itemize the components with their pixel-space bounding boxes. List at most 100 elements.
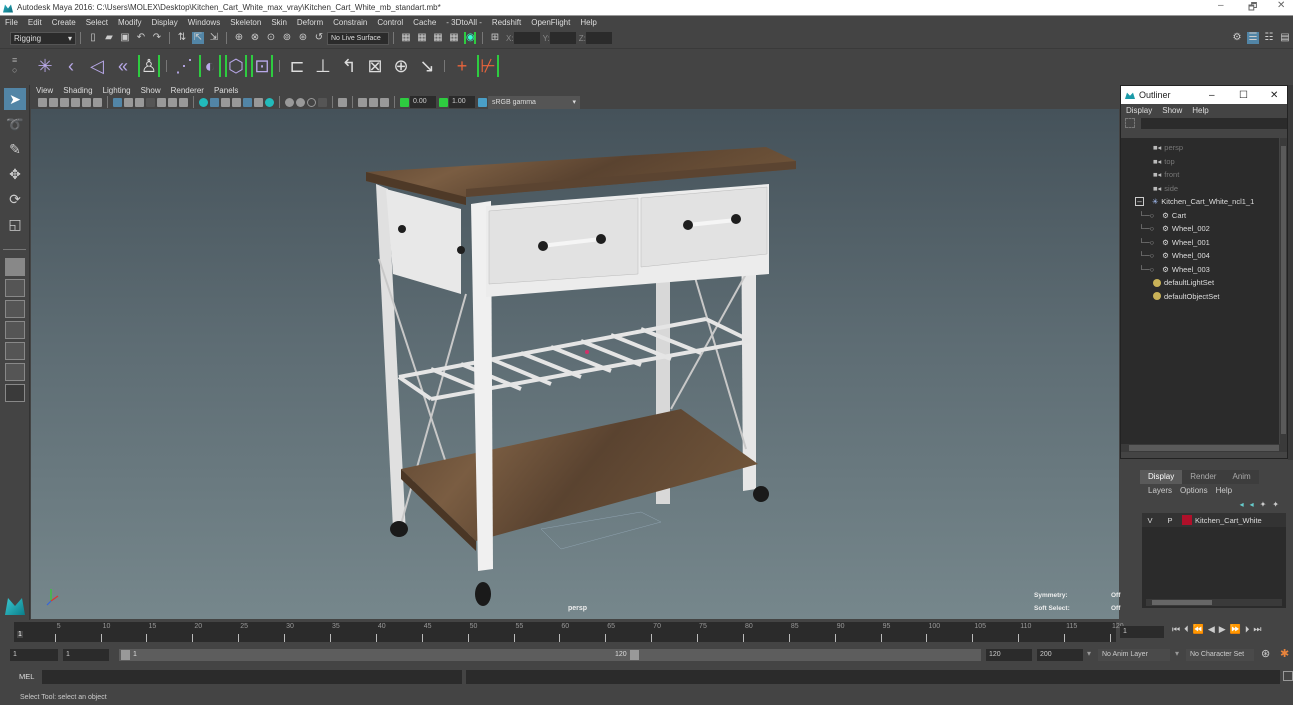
- step-forward-frame-icon[interactable]: ⏵: [1245, 624, 1250, 635]
- menu-deform[interactable]: Deform: [292, 18, 328, 27]
- menu-select[interactable]: Select: [81, 18, 113, 27]
- ik-handle-icon[interactable]: ‹: [60, 55, 82, 77]
- camera-attributes-icon[interactable]: [49, 97, 58, 107]
- new-scene-icon[interactable]: ▯: [87, 32, 99, 44]
- grease-pencil-icon[interactable]: [93, 97, 102, 107]
- outliner-menu-show[interactable]: Show: [1157, 106, 1187, 115]
- auto-key-icon[interactable]: ⊛: [1261, 647, 1270, 660]
- wireframe-on-shaded-icon[interactable]: [221, 97, 230, 107]
- rotate-tool-icon[interactable]: ⟳: [4, 188, 26, 210]
- color-space-dropdown[interactable]: sRGB gamma ▾: [488, 95, 580, 109]
- time-slider[interactable]: 5 10 15 20 25 30 35 40 45 50 55 60 65 70 75 80 85 90 95 100…: [14, 622, 1124, 642]
- shelf-options-icon[interactable]: ≡ ○: [12, 55, 17, 75]
- command-language-label[interactable]: MEL: [19, 672, 34, 681]
- paint-weights-icon[interactable]: ◐: [199, 54, 221, 77]
- wireframe-icon[interactable]: [199, 97, 208, 107]
- close-button[interactable]: ✕: [1277, 0, 1285, 11]
- outliner-horizontal-scrollbar[interactable]: [1121, 444, 1287, 452]
- exposure-icon[interactable]: [400, 97, 409, 107]
- field-chart-icon[interactable]: [157, 97, 166, 107]
- ambient-occlusion-icon[interactable]: [265, 97, 274, 107]
- persp-graph-outliner-layout-icon[interactable]: [5, 363, 25, 381]
- modeling-toolkit-icon[interactable]: ⚙: [1231, 32, 1243, 44]
- menu-help[interactable]: Help: [575, 18, 601, 27]
- persp-outliner-layout-icon[interactable]: [5, 300, 25, 318]
- render-history-icon[interactable]: ▦: [400, 32, 412, 44]
- step-forward-key-icon[interactable]: ⏩: [1230, 624, 1241, 635]
- four-view-layout-icon[interactable]: [5, 279, 25, 297]
- select-camera-icon[interactable]: [338, 97, 347, 107]
- tab-display[interactable]: Display: [1140, 470, 1183, 484]
- gamma-icon[interactable]: [439, 97, 448, 107]
- textured-icon[interactable]: [232, 97, 241, 107]
- new-layer-icon[interactable]: ✦: [1260, 500, 1267, 509]
- xray-icon[interactable]: [285, 97, 294, 107]
- play-backwards-icon[interactable]: ◀: [1208, 624, 1215, 635]
- layer-horizontal-scrollbar[interactable]: [1146, 599, 1282, 606]
- live-surface-field[interactable]: No Live Surface: [327, 31, 389, 45]
- outliner-item-top[interactable]: ■◂ top: [1121, 155, 1279, 169]
- menu-set-dropdown[interactable]: Rigging ▾: [10, 31, 76, 45]
- outliner-menu-display[interactable]: Display: [1121, 106, 1157, 115]
- cluster-icon[interactable]: ⬡: [225, 54, 247, 77]
- animation-preferences-icon[interactable]: ✱: [1280, 647, 1289, 660]
- outliner-item-front[interactable]: ■◂ front: [1121, 168, 1279, 182]
- snap-surface-icon[interactable]: ⊛: [297, 32, 309, 44]
- aim-constraint-icon[interactable]: ⊕: [390, 55, 412, 77]
- outliner-search-input[interactable]: [1141, 117, 1287, 129]
- image-plane-icon[interactable]: [71, 97, 80, 107]
- viewport-menu-show[interactable]: Show: [136, 86, 166, 95]
- animation-end-field[interactable]: 200: [1037, 649, 1083, 661]
- input-mode-icon[interactable]: ⊞: [489, 32, 501, 44]
- menu-openflight[interactable]: OpenFlight: [526, 18, 575, 27]
- multisample-icon[interactable]: [369, 97, 378, 107]
- playback-end-field[interactable]: 120: [986, 649, 1032, 661]
- animation-start-field[interactable]: 1: [10, 649, 58, 661]
- resolution-gate-icon[interactable]: [135, 97, 144, 107]
- menu-create[interactable]: Create: [47, 18, 81, 27]
- viewport-menu-renderer[interactable]: Renderer: [166, 86, 209, 95]
- z-field[interactable]: [585, 32, 612, 44]
- new-layer-selected-icon[interactable]: ✦: [1272, 500, 1279, 509]
- pole-vector-icon[interactable]: ↘: [416, 55, 438, 77]
- live-surface-icon[interactable]: ↺: [313, 32, 325, 44]
- move-layer-down-icon[interactable]: ◂: [1250, 500, 1254, 509]
- y-field[interactable]: [549, 32, 576, 44]
- outliner-minimize-button[interactable]: –: [1209, 90, 1215, 101]
- snap-point-icon[interactable]: ⊙: [265, 32, 277, 44]
- menu-modify[interactable]: Modify: [113, 18, 147, 27]
- use-all-lights-icon[interactable]: [243, 97, 252, 107]
- insert-joint-icon[interactable]: «: [112, 55, 134, 77]
- menu-edit[interactable]: Edit: [23, 18, 47, 27]
- undo-icon[interactable]: ↶: [135, 32, 147, 44]
- gate-mask-icon[interactable]: [146, 97, 155, 107]
- paint-select-tool-icon[interactable]: ✎: [4, 138, 26, 160]
- outliner-item-persp[interactable]: ■◂ persp: [1121, 141, 1279, 155]
- layer-menu-options[interactable]: Options: [1176, 486, 1212, 495]
- current-frame-field[interactable]: 1: [1120, 626, 1164, 638]
- xray-components-icon[interactable]: [307, 97, 316, 107]
- set-driven-key-icon[interactable]: ⊬: [477, 54, 499, 77]
- custom-layout-icon[interactable]: [5, 384, 25, 402]
- go-to-end-icon[interactable]: ⏭: [1253, 624, 1261, 635]
- outliner-vertical-scrollbar[interactable]: [1280, 138, 1287, 444]
- menu-constrain[interactable]: Constrain: [328, 18, 372, 27]
- filter-icon[interactable]: [1125, 118, 1135, 128]
- viewport-persp[interactable]: persp Symmetry: Off Soft Select: Off: [31, 109, 1120, 619]
- outliner-maximize-button[interactable]: ☐: [1239, 90, 1248, 101]
- layer-menu-help[interactable]: Help: [1212, 486, 1236, 495]
- layer-color-swatch[interactable]: [1182, 515, 1192, 525]
- outliner-item-wheel-001[interactable]: └─○ ⚙ Wheel_001: [1121, 236, 1279, 250]
- humanik-icon[interactable]: ♙: [138, 54, 160, 77]
- collapse-icon[interactable]: –: [1135, 197, 1144, 207]
- isolate-select-icon[interactable]: [318, 97, 327, 107]
- color-management-icon[interactable]: [478, 97, 487, 107]
- parent-constraint-icon[interactable]: ⊏: [286, 55, 308, 77]
- move-tool-icon[interactable]: ✥: [4, 163, 26, 185]
- character-set-dropdown[interactable]: No Character Set: [1186, 649, 1254, 661]
- lattice-icon[interactable]: ⊡: [251, 54, 273, 77]
- outliner-item-cart[interactable]: └─○ ⚙ Cart: [1121, 209, 1279, 223]
- channel-box-icon[interactable]: ▤: [1279, 32, 1291, 44]
- anim-layer-dropdown[interactable]: No Anim Layer: [1098, 649, 1170, 661]
- current-frame-marker[interactable]: 1: [17, 631, 23, 638]
